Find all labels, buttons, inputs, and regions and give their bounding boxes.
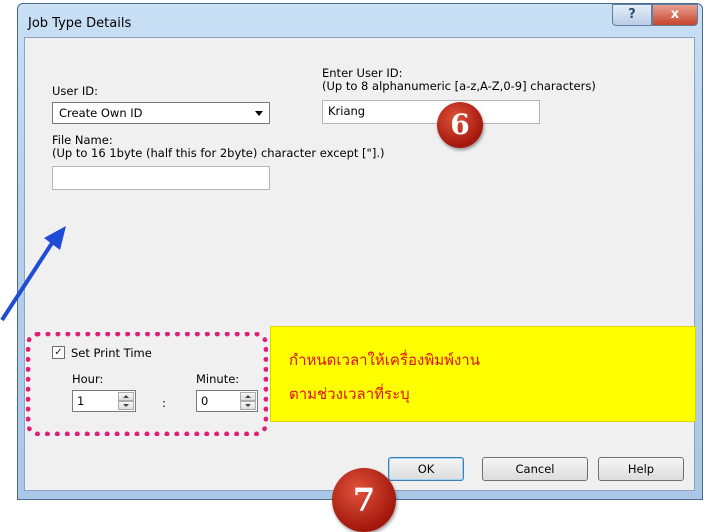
hour-label: Hour: [72, 372, 104, 386]
help-button[interactable]: Help [598, 457, 684, 481]
cancel-button[interactable]: Cancel [482, 457, 588, 481]
minute-down-button[interactable] [240, 401, 256, 410]
hour-up-button[interactable] [118, 392, 134, 401]
minute-up-button[interactable] [240, 392, 256, 401]
minute-value: 0 [201, 394, 209, 408]
ok-button[interactable]: OK [388, 457, 464, 481]
time-separator: : [162, 396, 166, 410]
minute-label: Minute: [196, 372, 240, 386]
annotation-note: กำหนดเวลาให้เครื่องพิมพ์งาน ตามช่วงเวลาท… [270, 326, 696, 422]
set-print-time-checkbox[interactable]: ✓ [52, 346, 65, 359]
hour-stepper[interactable]: 1 [72, 390, 136, 412]
minute-stepper[interactable]: 0 [196, 390, 258, 412]
hour-value: 1 [77, 394, 85, 408]
step-badge-7: 7 [332, 468, 396, 532]
hour-down-button[interactable] [118, 401, 134, 410]
set-print-time-label: Set Print Time [71, 346, 152, 360]
annotation-note-line-1: กำหนดเวลาให้เครื่องพิมพ์งาน [289, 351, 480, 369]
annotation-note-line-2: ตามช่วงเวลาที่ระบุ [289, 385, 410, 403]
